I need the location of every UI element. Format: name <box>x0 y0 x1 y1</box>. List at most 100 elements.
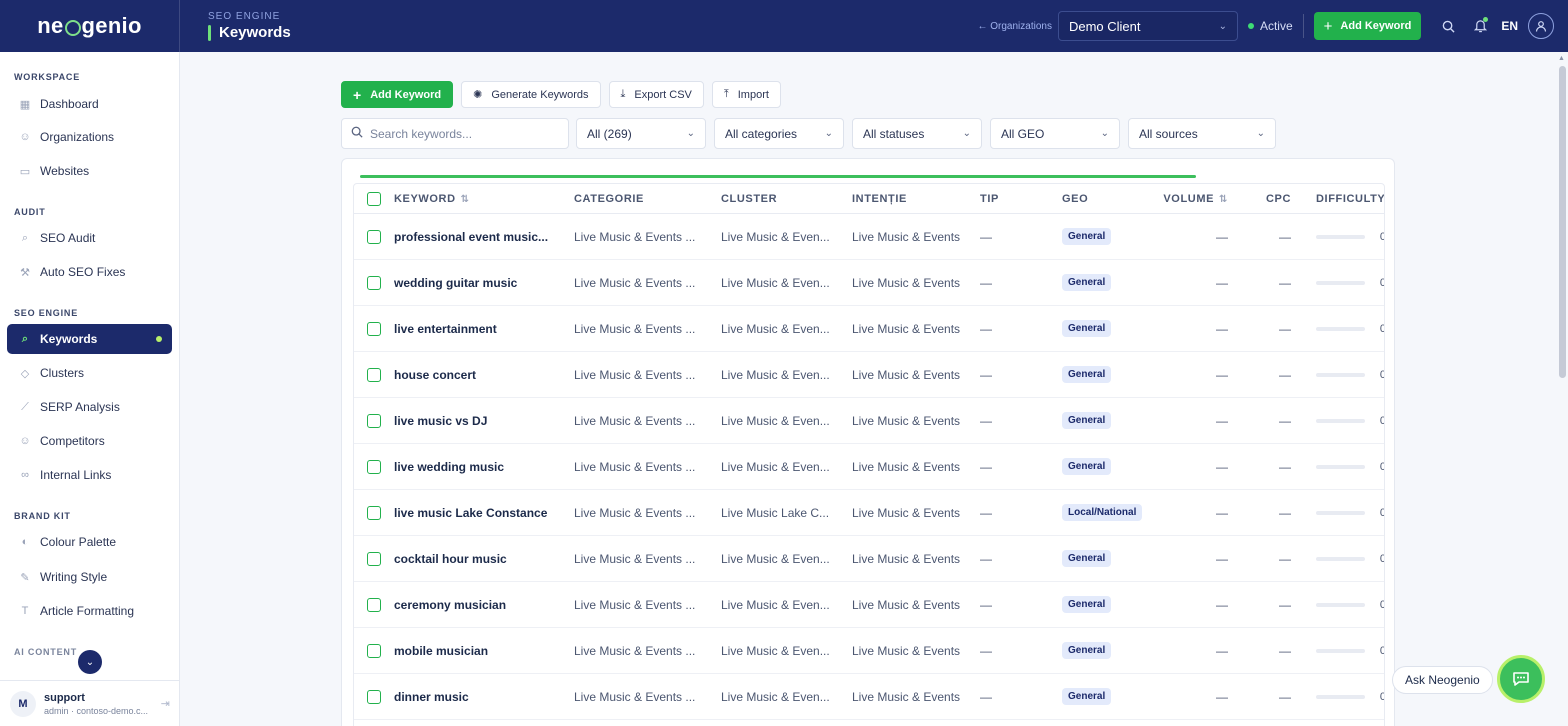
keyword-cell[interactable]: live wedding music <box>394 460 574 474</box>
row-checkbox[interactable] <box>367 229 381 244</box>
ask-assistant-button[interactable]: Ask Neogenio <box>1392 666 1493 694</box>
row-checkbox[interactable] <box>367 643 381 658</box>
logout-icon[interactable]: ⇥ <box>161 697 170 710</box>
sidebar-item-websites[interactable]: ▭ Websites <box>7 156 172 186</box>
sidebar-item-colour-palette[interactable]: ◐ Colour Palette <box>7 527 172 557</box>
keyword-cell[interactable]: cocktail hour music <box>394 552 574 566</box>
sidebar-item-article-formatting[interactable]: T Article Formatting <box>7 596 172 626</box>
header-difficulty[interactable]: DIFFICULTY⇅ <box>1291 193 1384 205</box>
tip-cell: — <box>980 459 992 474</box>
sidebar-item-clusters[interactable]: ◇ Clusters <box>7 358 172 388</box>
keyword-cell[interactable]: mobile musician <box>394 644 574 658</box>
volume-cell: — <box>1216 367 1228 382</box>
volume-cell: — <box>1216 275 1228 290</box>
cluster-cell: Live Music & Even... <box>721 643 830 658</box>
geo-filter-value: All GEO <box>1001 126 1045 141</box>
table-row[interactable]: house concert Live Music & Events ... Live… <box>354 352 1384 398</box>
search-icon: ⌕ <box>21 332 29 345</box>
row-checkbox[interactable] <box>367 413 381 428</box>
search-input[interactable]: Search keywords... <box>341 118 569 149</box>
user-profile[interactable]: M support admin · contoso-demo.c... ⇥ <box>0 680 179 726</box>
row-checkbox[interactable] <box>367 321 381 336</box>
geo-filter-select[interactable]: All GEO ⌄ <box>990 118 1120 149</box>
scroll-up-icon[interactable]: ▲ <box>1558 55 1565 62</box>
chevron-down-icon[interactable]: ⌄ <box>78 650 102 674</box>
category-filter-select[interactable]: All categories ⌄ <box>714 118 844 149</box>
header-keyword[interactable]: KEYWORD ⇅ <box>394 193 574 205</box>
sidebar-item-label: Dashboard <box>40 97 99 111</box>
status-filter-select[interactable]: All statuses ⌄ <box>852 118 982 149</box>
add-keyword-button[interactable]: + Add Keyword <box>341 81 454 108</box>
geo-badge: General <box>1062 366 1112 383</box>
sidebar-item-organizations[interactable]: ☺ Organizations <box>7 122 172 152</box>
bell-icon[interactable] <box>1469 15 1491 37</box>
generate-keywords-button[interactable]: ✺ Generate Keywords <box>461 81 601 108</box>
difficulty-cell: 0 <box>1291 645 1384 657</box>
import-label: Import <box>737 88 769 101</box>
sidebar-item-internal-links[interactable]: ∞ Internal Links <box>7 460 172 490</box>
select-all-checkbox[interactable] <box>367 191 381 206</box>
count-filter-select[interactable]: All (269) ⌄ <box>576 118 706 149</box>
table-row[interactable]: wedding guitar music Live Music & Events … <box>354 260 1384 306</box>
import-button[interactable]: ⤒ Import <box>711 81 781 108</box>
keyword-cell[interactable]: live entertainment <box>394 322 574 336</box>
table-row[interactable]: dinner music Live Music & Events ... Live … <box>354 674 1384 720</box>
table-row[interactable]: live music vs DJ Live Music & Events ... L… <box>354 398 1384 444</box>
keyword-cell[interactable]: house concert <box>394 368 574 382</box>
keyword-cell[interactable]: live music vs DJ <box>394 414 574 428</box>
keyword-cell[interactable]: live music Lake Constance <box>394 506 574 520</box>
sidebar-item-writing-style[interactable]: ✎ Writing Style <box>7 562 172 592</box>
sidebar-item-serp-analysis[interactable]: ⟋ SERP Analysis <box>7 392 172 422</box>
keyword-cell[interactable]: professional event music... <box>394 230 574 244</box>
search-icon[interactable] <box>1437 15 1459 37</box>
table-row[interactable]: mobile musician Live Music & Events ... Li… <box>354 628 1384 674</box>
difficulty-cell: 0 <box>1291 691 1384 703</box>
table-row[interactable]: cocktail hour music Live Music & Events .… <box>354 536 1384 582</box>
export-csv-button[interactable]: ⤓ Export CSV <box>608 81 704 108</box>
sidebar-item-competitors[interactable]: ☺ Competitors <box>7 426 172 456</box>
client-select[interactable]: Demo Client ⌄ <box>1057 11 1238 41</box>
logo[interactable]: ne genio <box>0 0 180 52</box>
category-cell: Live Music & Events ... <box>574 505 696 520</box>
source-filter-select[interactable]: All sources ⌄ <box>1128 118 1276 149</box>
row-checkbox[interactable] <box>367 551 381 566</box>
cluster-cell: Live Music & Even... <box>721 597 830 612</box>
page-title-text: Keywords <box>219 24 291 41</box>
sidebar-item-dashboard[interactable]: ▦ Dashboard <box>7 89 172 119</box>
sidebar-item-auto-seo-fixes[interactable]: ⚒ Auto SEO Fixes <box>7 257 172 287</box>
notification-dot-icon <box>1483 17 1489 22</box>
category-cell: Live Music & Events ... <box>574 367 696 382</box>
status-badge: Active <box>1247 19 1293 33</box>
row-checkbox[interactable] <box>367 689 381 704</box>
keyword-cell[interactable]: wedding guitar music <box>394 276 574 290</box>
divider <box>1302 14 1304 38</box>
chat-icon[interactable] <box>1497 655 1545 703</box>
language-switch[interactable]: EN <box>1501 19 1518 33</box>
scrollbar-thumb[interactable] <box>1559 66 1566 378</box>
row-checkbox[interactable] <box>367 367 381 382</box>
user-avatar-icon[interactable] <box>1528 13 1554 39</box>
geo-badge: General <box>1062 596 1112 613</box>
volume-cell: — <box>1216 459 1228 474</box>
chevron-down-icon: ⌄ <box>962 128 971 139</box>
row-checkbox[interactable] <box>367 275 381 290</box>
row-checkbox[interactable] <box>367 459 381 474</box>
table-row[interactable]: live entertainment Live Music & Events ..… <box>354 306 1384 352</box>
table-row[interactable]: ceremony musician Live Music & Events ...… <box>354 582 1384 628</box>
header-cluster: CLUSTER <box>721 192 778 205</box>
cluster-cell: Live Music & Even... <box>721 321 830 336</box>
sidebar-item-keywords[interactable]: ⌕ Keywords <box>7 324 172 354</box>
geo-badge: General <box>1062 274 1112 291</box>
keyword-cell[interactable]: dinner music <box>394 690 574 704</box>
row-checkbox[interactable] <box>367 597 381 612</box>
table-row[interactable]: live wedding music Live Music & Events ..… <box>354 444 1384 490</box>
keyword-cell[interactable]: ceremony musician <box>394 598 574 612</box>
header-volume[interactable]: VOLUME ⇅ <box>1162 193 1228 205</box>
row-checkbox[interactable] <box>367 505 381 520</box>
table-row[interactable]: professional event music... Live Music & … <box>354 214 1384 260</box>
pen-icon: ✎ <box>20 571 30 584</box>
add-keyword-header-button[interactable]: + Add Keyword <box>1313 12 1422 40</box>
sidebar-item-seo-audit[interactable]: ⌕ SEO Audit <box>7 223 172 253</box>
table-row[interactable]: live music Lake Constance Live Music & Ev… <box>354 490 1384 536</box>
organizations-link[interactable]: ← Organizations <box>977 21 1051 32</box>
